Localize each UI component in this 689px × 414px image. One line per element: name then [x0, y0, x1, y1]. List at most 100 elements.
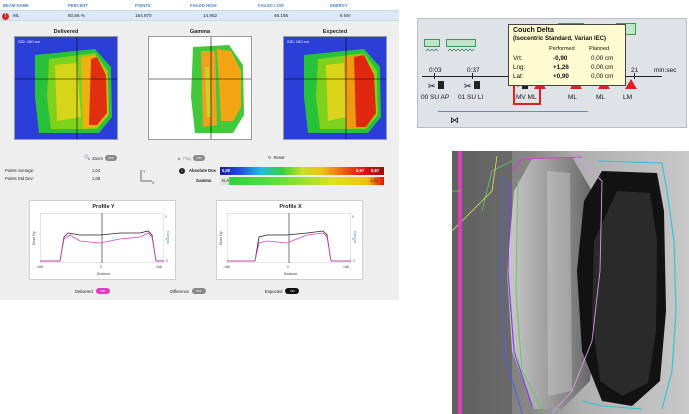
profile-y-tick-right: 168	[156, 265, 162, 269]
delivered-title: Delivered	[53, 29, 79, 35]
zoom-control[interactable]: 🔍 Zoom OFF	[84, 155, 117, 161]
beam-label-6[interactable]: LM	[623, 94, 632, 101]
reset-icon: ↻	[268, 155, 272, 160]
profile-y-rtick-bot: -5	[165, 259, 169, 263]
percent-cell: 60,56 %	[68, 13, 85, 18]
info-icon[interactable]: i	[179, 168, 185, 174]
imaging-icon[interactable]	[438, 81, 444, 89]
reset-label: Reset	[273, 155, 285, 160]
gamma-title: Gamma	[189, 29, 211, 35]
time-label-3: 21	[631, 67, 639, 74]
reset-control[interactable]: ↻ Reset	[268, 155, 284, 160]
imaging-icon[interactable]	[474, 81, 480, 89]
beam-waveform-1[interactable]	[424, 39, 440, 52]
gamma-label: Gamma	[196, 178, 212, 183]
zoom-toggle[interactable]: OFF	[104, 155, 117, 161]
profile-x-rtick-mid: 0	[352, 237, 354, 241]
table-row[interactable]: ! ML 60,56 % 154.970 14.962 46.155 6 MV	[0, 10, 399, 21]
profile-y-tick-left: -168	[36, 265, 44, 269]
beam-label-1[interactable]: 00 SU AP	[421, 94, 449, 101]
profile-x-title: Profile X	[279, 204, 302, 210]
profile-y-ylabel: Dose Gy	[32, 231, 36, 245]
difference-legend[interactable]: Difference OFF	[170, 288, 207, 294]
energy-cell: 6 MV	[340, 13, 351, 18]
profile-x-xlabel: Distance	[283, 272, 298, 276]
expected-title: Expected	[322, 29, 348, 35]
profile-x-ylabel: Dose Gy	[219, 231, 223, 245]
beam-label-4[interactable]: ML	[568, 94, 577, 101]
warning-triangle-icon[interactable]	[625, 79, 637, 89]
profile-x-rtick-top: 5	[352, 215, 354, 219]
expected-toggle[interactable]: ON	[285, 288, 300, 294]
tooltip-row-label: Lat:	[513, 73, 524, 80]
play-icon: ▶	[178, 155, 182, 161]
hourglass-icon[interactable]: ⋈	[450, 115, 459, 126]
profile-y-title: Profile Y	[92, 204, 115, 210]
expected-legend-label: Expected	[265, 288, 283, 294]
tooltip-col-planned: Planned	[589, 46, 610, 52]
header-percent: PERCENT	[68, 2, 89, 8]
expected-sid-label: SID: 160 cm	[287, 39, 310, 44]
profile-y-plot	[40, 213, 164, 263]
play-label: Play	[183, 155, 192, 161]
delivered-legend-label: Delivered	[75, 288, 93, 294]
delivered-sid-label: SID: 160 cm	[18, 39, 41, 44]
profile-x-plot	[227, 213, 351, 263]
beam-waveform-2[interactable]	[446, 39, 476, 52]
profile-x-tick-zero: 0	[287, 265, 289, 269]
tooltip-row-performed: -0,90	[553, 55, 568, 62]
failed-high-cell: 14.962	[203, 13, 218, 18]
tooltip-row-performed: +0,90	[553, 73, 569, 80]
expected-dose-map[interactable]: SID: 160 cm	[283, 36, 387, 140]
points-std-value: 1,08	[92, 176, 101, 181]
beam-label-5[interactable]: ML	[596, 94, 605, 101]
profile-x-panel: Profile X Dose Gy Gamma 5 0 -5 -168 0 16…	[216, 200, 363, 280]
delivered-toggle[interactable]: ON	[95, 288, 110, 294]
portal-image-overlay[interactable]	[452, 151, 689, 414]
header-failed-high: FAILED HIGH	[190, 2, 217, 8]
expected-legend[interactable]: Expected ON	[265, 288, 300, 294]
header-points: POINTS	[135, 2, 151, 8]
points-std-label: Points Std Dev:	[5, 176, 34, 181]
points-cell: 154.970	[135, 13, 152, 18]
header-beam-name: BEAM NAME	[3, 2, 29, 8]
play-control[interactable]: ▶ Play OFF	[178, 155, 206, 161]
scissors-icon[interactable]: ✂	[464, 81, 472, 92]
couch-delta-tooltip: Couch Delta (Isocentric Standard, Varian…	[508, 24, 626, 86]
svg-text:Y: Y	[143, 170, 146, 174]
play-toggle[interactable]: OFF	[193, 155, 206, 161]
tooltip-row-performed: +1,26	[553, 64, 569, 71]
profile-x-rtick-bot: -5	[352, 259, 356, 263]
tooltip-title: Couch Delta	[513, 27, 554, 34]
points-average-value: 1,04	[92, 168, 101, 173]
timeline-range-bar	[438, 111, 588, 112]
absolute-dose-max: 0,67	[356, 168, 365, 173]
profile-y-xlabel: Distance	[96, 272, 111, 276]
portal-dosimetry-panel: BEAM NAME PERCENT POINTS FAILED HIGH FAI…	[0, 0, 399, 300]
delivered-legend[interactable]: Delivered ON	[75, 288, 110, 294]
tooltip-row-planned: 0,00 cm	[591, 64, 614, 71]
absolute-dose-min: 0,00	[222, 168, 231, 173]
beam-label-2[interactable]: 01 SU LI	[458, 94, 483, 101]
gamma-max: 1,01	[370, 178, 379, 183]
time-unit-label: min:sec	[654, 67, 677, 74]
profile-x-tick-right: 168	[343, 265, 349, 269]
tooltip-col-performed: Performed	[549, 46, 575, 52]
absolute-dose-max-2: 0,67	[371, 168, 380, 173]
scissors-icon[interactable]: ✂	[428, 81, 436, 92]
axes-orientation-icon: Y X	[138, 168, 156, 185]
time-label-2: 0:37	[467, 67, 480, 74]
difference-toggle[interactable]: OFF	[192, 288, 207, 294]
beam-label-3[interactable]: MV ML	[516, 94, 537, 101]
absolute-dose-label: Absolute Dos	[189, 168, 216, 173]
tooltip-row-planned: 0,00 cm	[591, 55, 614, 62]
points-average-label: Points Average:	[5, 168, 35, 173]
difference-legend-label: Difference	[170, 288, 190, 294]
profile-x-tick-left: -168	[223, 265, 231, 269]
gamma-map[interactable]	[148, 36, 252, 140]
header-energy: ENERGY	[330, 2, 348, 8]
delivered-dose-map[interactable]: SID: 160 cm	[14, 36, 118, 140]
profile-y-rtick-mid: 0	[165, 237, 167, 241]
svg-text:X: X	[152, 181, 155, 184]
profile-y-tick-zero: 0	[100, 265, 102, 269]
